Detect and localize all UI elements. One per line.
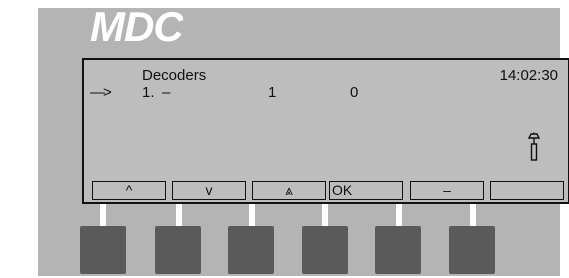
softkey-ok[interactable]: OK [329, 181, 403, 200]
softkey-page-up[interactable]: ⩓ [252, 181, 326, 200]
softkey-minus[interactable]: – [410, 181, 484, 200]
down-arrow-icon: v [205, 182, 213, 198]
lcd-screen: Decoders 14:02:30 —> 1. – 1 0 ^ v ⩓ OK – [82, 58, 569, 204]
hardware-key-2[interactable] [155, 226, 201, 274]
softkey-up[interactable]: ^ [92, 181, 166, 200]
hardware-key-4[interactable] [302, 226, 348, 274]
hardware-key-6[interactable] [449, 226, 495, 274]
hardware-key-3[interactable] [228, 226, 274, 274]
softkey-bar: ^ v ⩓ OK – [92, 181, 568, 200]
key-stem [249, 204, 255, 226]
key-stem [100, 204, 106, 226]
key-stem [322, 204, 328, 226]
key-stem [176, 204, 182, 226]
decoder-row-value-2: 0 [350, 84, 359, 101]
hardware-key-5[interactable] [375, 226, 421, 274]
minus-icon: – [443, 182, 451, 198]
ok-label: OK [332, 182, 353, 198]
hardware-key-1[interactable] [80, 226, 126, 274]
key-stem [396, 204, 402, 226]
clock: 14:02:30 [499, 67, 558, 84]
screen-title: Decoders [142, 67, 207, 84]
softkey-blank[interactable] [490, 181, 564, 200]
softkey-down[interactable]: v [172, 181, 246, 200]
brand-logo: MDC [90, 8, 183, 50]
lamp-icon [527, 132, 541, 161]
cursor-arrow-icon: —> [90, 84, 112, 101]
decoder-row-value-1: 1 [268, 84, 277, 101]
decoder-row-number: 1. [142, 84, 155, 101]
key-stem [470, 204, 476, 226]
up-arrow-icon: ^ [125, 182, 133, 198]
double-up-arrow-icon: ⩓ [285, 182, 293, 198]
decoder-row-name: – [162, 84, 171, 101]
device-panel: MDC Decoders 14:02:30 —> 1. – 1 0 ^ v ⩓ … [38, 8, 569, 276]
